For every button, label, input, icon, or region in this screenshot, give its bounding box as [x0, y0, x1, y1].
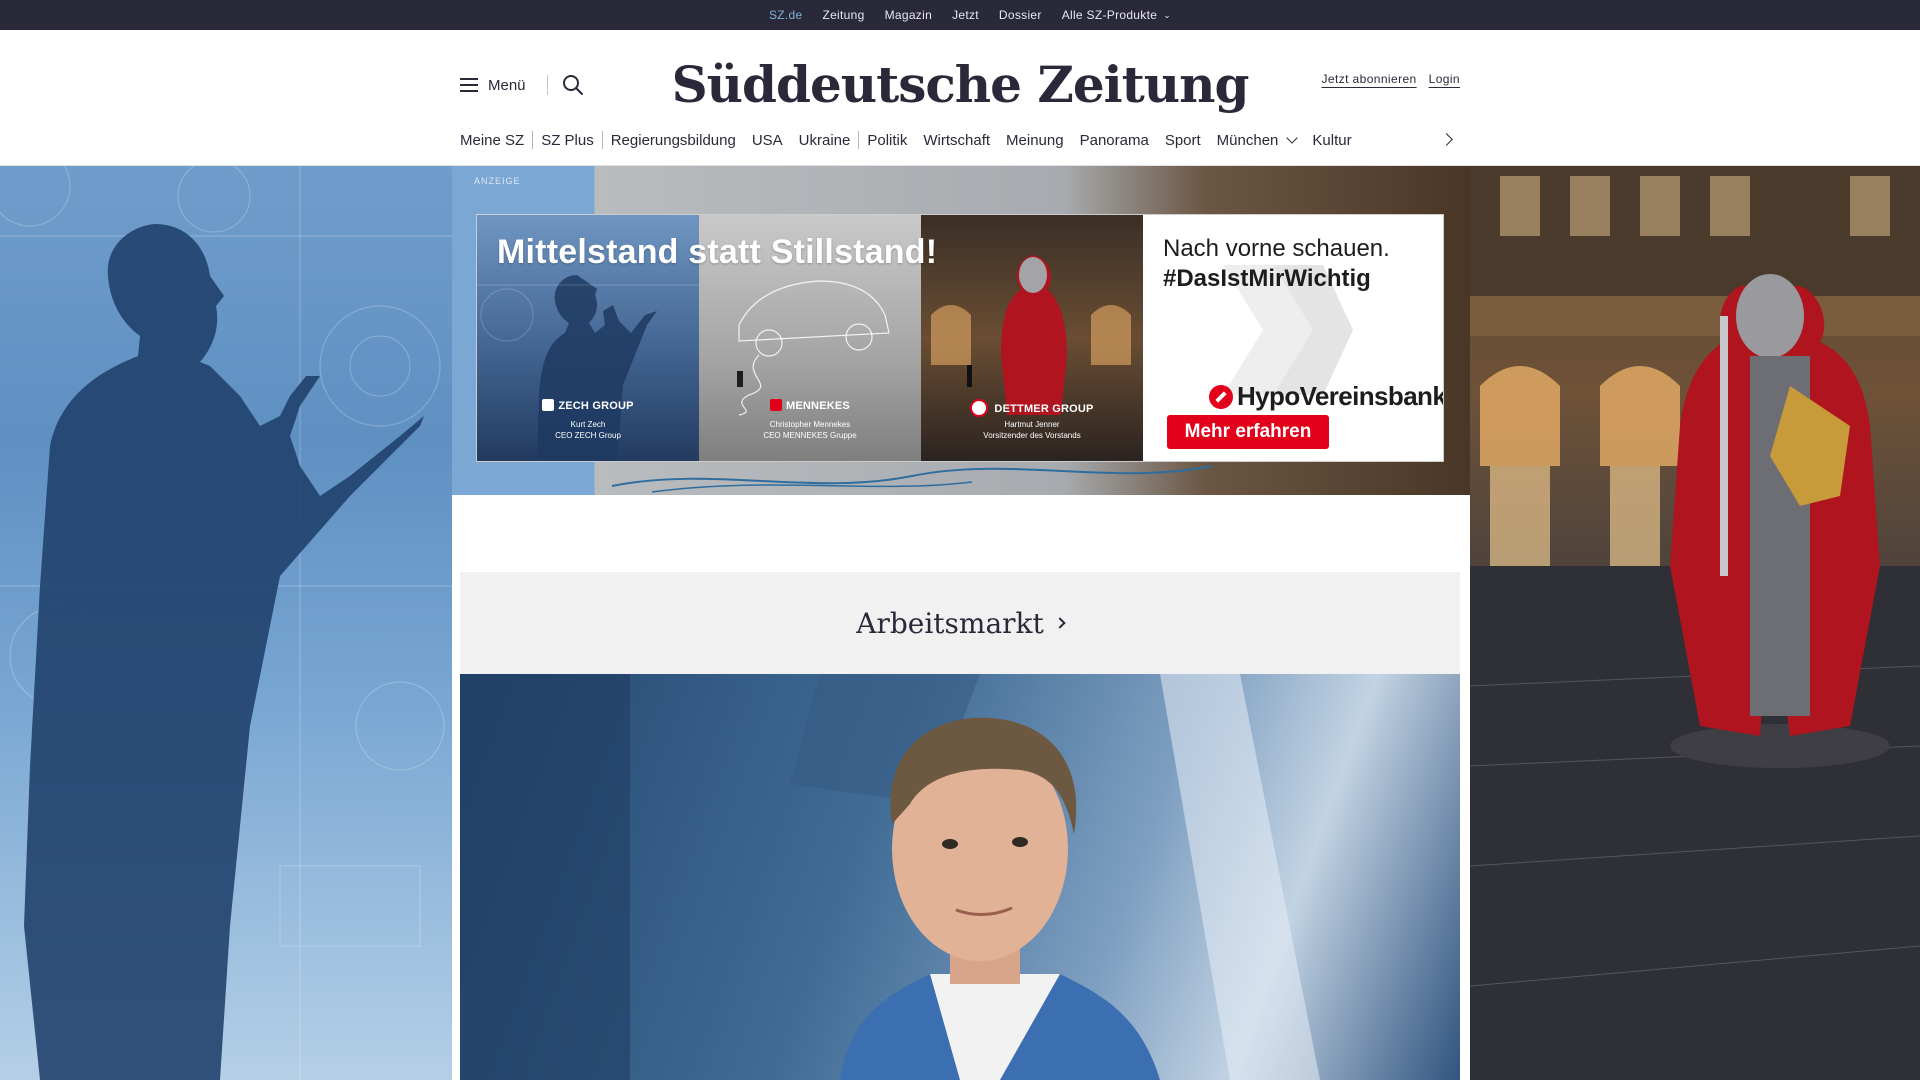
ad-company-person: Hartmut Jenner Vorsitzender des Vorstand…	[921, 419, 1143, 441]
nav-item-panorama[interactable]: Panorama	[1072, 132, 1157, 149]
login-link[interactable]: Login	[1429, 72, 1460, 86]
ad-skin-right[interactable]	[1470, 166, 1920, 1080]
nav-scroll-right-button[interactable]	[1438, 130, 1460, 150]
ad-company-person: Kurt Zech CEO ZECH Group	[477, 419, 699, 441]
nav-item-sz-plus[interactable]: SZ Plus	[533, 132, 602, 149]
section-title: Arbeitsmarkt	[856, 606, 1044, 640]
silhouette-illustration	[0, 166, 452, 1080]
article-hero-image[interactable]	[460, 674, 1460, 1080]
site-header: Menü Süddeutsche Zeitung Jetzt abonniere…	[0, 30, 1920, 166]
product-link-magazin[interactable]: Magazin	[885, 8, 932, 22]
subscribe-link[interactable]: Jetzt abonnieren	[1321, 72, 1416, 86]
product-link-jetzt[interactable]: Jetzt	[952, 8, 979, 22]
dettmer-logo-icon	[970, 399, 989, 417]
nav-item-wirtschaft[interactable]: Wirtschaft	[915, 132, 998, 149]
mennekes-logo-icon	[770, 399, 783, 411]
hvb-logo: HypoVereinsbank	[1209, 381, 1444, 412]
search-button[interactable]	[560, 72, 586, 98]
hvb-logo-icon	[1209, 384, 1233, 409]
site-logo[interactable]: Süddeutsche Zeitung	[672, 44, 1250, 124]
ad-slogan: Nach vorne schauen.	[1163, 235, 1390, 262]
ad-company-name: ZECH GROUP	[477, 399, 699, 412]
ad-banner[interactable]: ZECH GROUP Kurt Zech CEO ZECH Group MENN…	[476, 214, 1444, 462]
ad-company-name-text: MENNEKES	[786, 400, 850, 412]
nav-item-muenchen[interactable]: München	[1209, 132, 1305, 149]
ad-person-role: Vorsitzender des Vorstands	[983, 431, 1081, 440]
chevron-down-icon	[1286, 132, 1299, 144]
account-links: Jetzt abonnieren Login	[1321, 72, 1460, 86]
chevron-down-icon: ⌄	[1163, 10, 1172, 20]
product-dropdown-alle-sz-produkte[interactable]: Alle SZ-Produkte ⌄	[1062, 8, 1171, 22]
ad-person-role: CEO ZECH Group	[555, 431, 621, 440]
header-divider	[547, 75, 548, 95]
ad-person-name: Hartmut Jenner	[1004, 420, 1060, 429]
ad-company-person: Christopher Mennekes CEO MENNEKES Gruppe	[699, 419, 921, 441]
ad-hashtag: #DasIstMirWichtig	[1163, 265, 1371, 292]
nav-item-regierungsbildung[interactable]: Regierungsbildung	[603, 132, 744, 149]
nav-item-kultur[interactable]: Kultur	[1304, 132, 1359, 149]
ad-person-role: CEO MENNEKES Gruppe	[763, 431, 857, 440]
ad-company-name: MENNEKES	[699, 399, 921, 412]
nav-item-sport[interactable]: Sport	[1157, 132, 1209, 149]
ad-person-name: Christopher Mennekes	[769, 420, 851, 429]
section-header-arbeitsmarkt[interactable]: Arbeitsmarkt	[460, 572, 1460, 674]
product-dropdown-label: Alle SZ-Produkte	[1061, 8, 1158, 22]
chevron-right-icon	[1054, 617, 1066, 629]
ad-cta-button[interactable]: Mehr erfahren	[1167, 415, 1329, 449]
product-bar-items: SZ.de Zeitung Magazin Jetzt Dossier Alle…	[0, 0, 1920, 34]
ad-company-name: DETTMER GROUP	[921, 399, 1143, 417]
ad-person-name: Kurt Zech	[570, 420, 606, 429]
hvb-logo-text: HypoVereinsbank	[1237, 381, 1444, 411]
nav-item-usa[interactable]: USA	[744, 132, 791, 149]
menu-label: Menü	[488, 76, 526, 94]
nav-item-meinung[interactable]: Meinung	[998, 132, 1072, 149]
menu-button[interactable]: Menü	[460, 70, 526, 100]
portrait-photo	[460, 674, 1320, 1080]
product-link-dossier[interactable]: Dossier	[999, 8, 1042, 22]
nav-item-ukraine[interactable]: Ukraine	[791, 132, 859, 149]
ad-headline: Mittelstand statt Stillstand!	[497, 233, 938, 271]
product-bar: SZ.de Zeitung Magazin Jetzt Dossier Alle…	[0, 0, 1920, 34]
ad-panel-dettmer: DETTMER GROUP Hartmut Jenner Vorsitzende…	[921, 215, 1143, 461]
nav-item-politik[interactable]: Politik	[859, 132, 915, 149]
nav-item-meine-sz[interactable]: Meine SZ	[460, 132, 532, 149]
main-navigation: Meine SZ SZ Plus Regierungsbildung USA U…	[460, 126, 1460, 154]
town-hall-statue-illustration	[1470, 166, 1920, 1080]
ad-label: ANZEIGE	[474, 176, 521, 186]
ad-company-name-text: DETTMER GROUP	[994, 403, 1094, 415]
ad-skin-left[interactable]	[0, 166, 452, 1080]
zech-logo-icon	[542, 399, 555, 411]
ad-company-name-text: ZECH GROUP	[558, 400, 634, 412]
product-link-zeitung[interactable]: Zeitung	[822, 8, 864, 22]
hamburger-icon	[460, 78, 478, 92]
product-link-sz-de[interactable]: SZ.de	[769, 8, 803, 34]
nav-item-muenchen-label: München	[1216, 131, 1279, 149]
search-icon	[563, 75, 583, 95]
